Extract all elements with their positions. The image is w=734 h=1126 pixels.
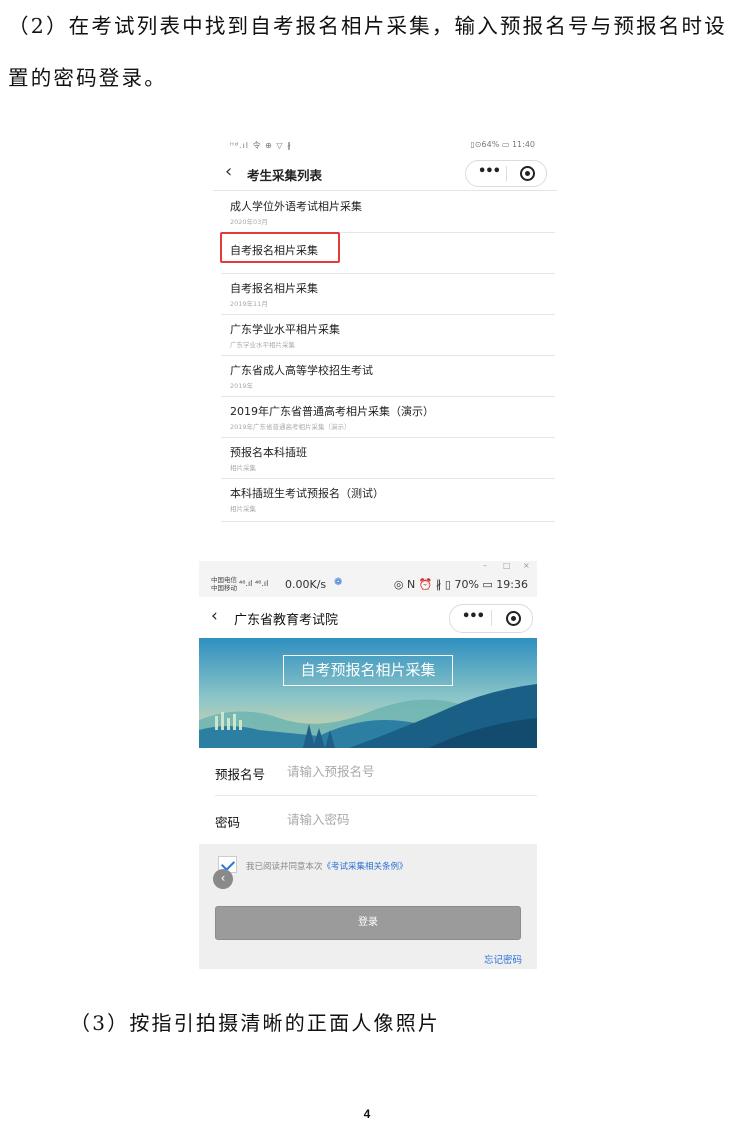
list-item-sub: 相片采集	[230, 464, 256, 472]
exam-list-screenshot: ᴴᵈ.ıl 令 ⊕ ▽ ∦ ▯⊙64% ▭ 11:40 ‹ 考生采集列表 •••…	[213, 131, 557, 525]
floating-back-icon[interactable]: ‹	[213, 869, 233, 889]
maximize-icon[interactable]: □	[503, 561, 511, 570]
status-left: ᴴᵈ.ıl 令 ⊕ ▽ ∦	[230, 141, 293, 150]
list-item[interactable]: 本科插班生考试预报名（测试） 相片采集	[221, 478, 555, 522]
status-bar: 中国电信 中国移动 ⁴⁶.ıl ⁴⁶.ıl 0.00K/s ❁ ◎ N ⏰ ∦ ▯…	[199, 573, 537, 597]
chevron-left-icon[interactable]: ‹	[211, 606, 218, 626]
forgot-password-link[interactable]: 忘记密码	[484, 952, 522, 966]
list-item-title: 自考报名相片采集	[230, 282, 318, 295]
list-item[interactable]: 2019年广东省普通高考相片采集（演示） 2019年广东省普通高考相片采集（演示…	[221, 396, 555, 438]
list-item-sub: 广东学业水平相片采集	[230, 341, 295, 349]
list-item-sub: 2019年	[230, 382, 254, 390]
list-item[interactable]: 成人学位外语考试相片采集 2020年03月	[221, 191, 555, 233]
nav-bar: ‹ 广东省教育考试院 •••	[199, 597, 537, 638]
agree-text: 我已阅读并同意本次《考试采集相关条例》	[246, 860, 408, 872]
list-item-title: 本科插班生考试预报名（测试）	[230, 487, 384, 500]
step2-paragraph: （2）在考试列表中找到自考报名相片采集，输入预报名号与预报名时设置的密码登录。	[8, 14, 727, 90]
list-item[interactable]: 广东学业水平相片采集 广东学业水平相片采集	[221, 314, 555, 356]
list-item-sub: 2019年广东省普通高考相片采集（演示）	[230, 423, 351, 431]
close-icon[interactable]: ×	[523, 561, 530, 570]
window-title-bar: – □ ×	[199, 561, 537, 573]
close-target-icon[interactable]	[520, 166, 535, 181]
capsule-divider	[506, 166, 507, 181]
carrier-2: 中国移动	[211, 584, 237, 592]
mini-program-capsule: •••	[449, 604, 533, 633]
list-item-sub: 相片采集	[230, 505, 256, 513]
list-item-title: 成人学位外语考试相片采集	[230, 200, 362, 213]
mini-program-capsule: •••	[465, 160, 547, 187]
status-bar: ᴴᵈ.ıl 令 ⊕ ▽ ∦ ▯⊙64% ▭ 11:40	[213, 131, 557, 158]
password-field: 密码	[199, 796, 537, 844]
list-item-title: 广东学业水平相片采集	[230, 323, 340, 336]
prereg-number-label: 预报名号	[215, 767, 266, 782]
list-item-title: 广东省成人高等学校招生考试	[230, 364, 373, 377]
minimize-icon[interactable]: –	[483, 561, 487, 570]
carrier-names: 中国电信 中国移动	[211, 576, 237, 592]
list-item-title: 预报名本科插班	[230, 446, 307, 459]
list-item[interactable]: 广东省成人高等学校招生考试 2019年	[221, 355, 555, 397]
password-input[interactable]	[287, 806, 517, 832]
nav-bar: ‹ 考生采集列表 •••	[213, 158, 557, 191]
agree-prefix: 我已阅读并同意本次	[246, 862, 323, 872]
step3-paragraph: （3）按指引拍摄清晰的正面人像照片	[70, 1011, 441, 1035]
page-number: 4	[363, 1107, 371, 1121]
network-speed: 0.00K/s	[285, 578, 327, 591]
list-item-sub: 2019年11月	[230, 300, 268, 308]
sync-icon: ❁	[334, 577, 343, 588]
page-title: 考生采集列表	[247, 168, 323, 183]
list-item-title: 2019年广东省普通高考相片采集（演示）	[230, 405, 434, 418]
red-highlight-box	[220, 232, 340, 263]
prereg-number-input[interactable]	[287, 758, 517, 784]
list-item[interactable]: 自考报名相片采集 2019年11月	[221, 273, 555, 315]
login-screenshot: – □ × 中国电信 中国移动 ⁴⁶.ıl ⁴⁶.ıl 0.00K/s ❁ ◎ N…	[199, 561, 537, 969]
chevron-left-icon[interactable]: ‹	[225, 161, 232, 182]
status-right: ▯⊙64% ▭ 11:40	[470, 140, 535, 149]
banner: 自考预报名相片采集	[199, 638, 537, 748]
banner-title: 自考预报名相片采集	[283, 655, 453, 686]
list-item-sub: 2020年03月	[230, 218, 268, 226]
capsule-divider	[491, 610, 492, 627]
form-footer: 我已阅读并同意本次《考试采集相关条例》 ‹ 登录 忘记密码	[199, 844, 537, 969]
password-label: 密码	[215, 815, 241, 830]
page-title: 广东省教育考试院	[234, 613, 339, 628]
login-button[interactable]: 登录	[215, 906, 521, 940]
list-item[interactable]: 预报名本科插班 相片采集	[221, 437, 555, 479]
carrier-1: 中国电信	[211, 576, 237, 584]
more-icon[interactable]: •••	[462, 609, 485, 624]
close-target-icon[interactable]	[506, 611, 521, 626]
more-icon[interactable]: •••	[478, 164, 501, 179]
signal-icon: ⁴⁶.ıl ⁴⁶.ıl	[239, 579, 269, 588]
status-right: ◎ N ⏰ ∦ ▯ 70% ▭ 19:36	[393, 578, 528, 591]
prereg-number-field: 预报名号	[199, 748, 537, 796]
terms-link[interactable]: 《考试采集相关条例》	[323, 862, 408, 872]
